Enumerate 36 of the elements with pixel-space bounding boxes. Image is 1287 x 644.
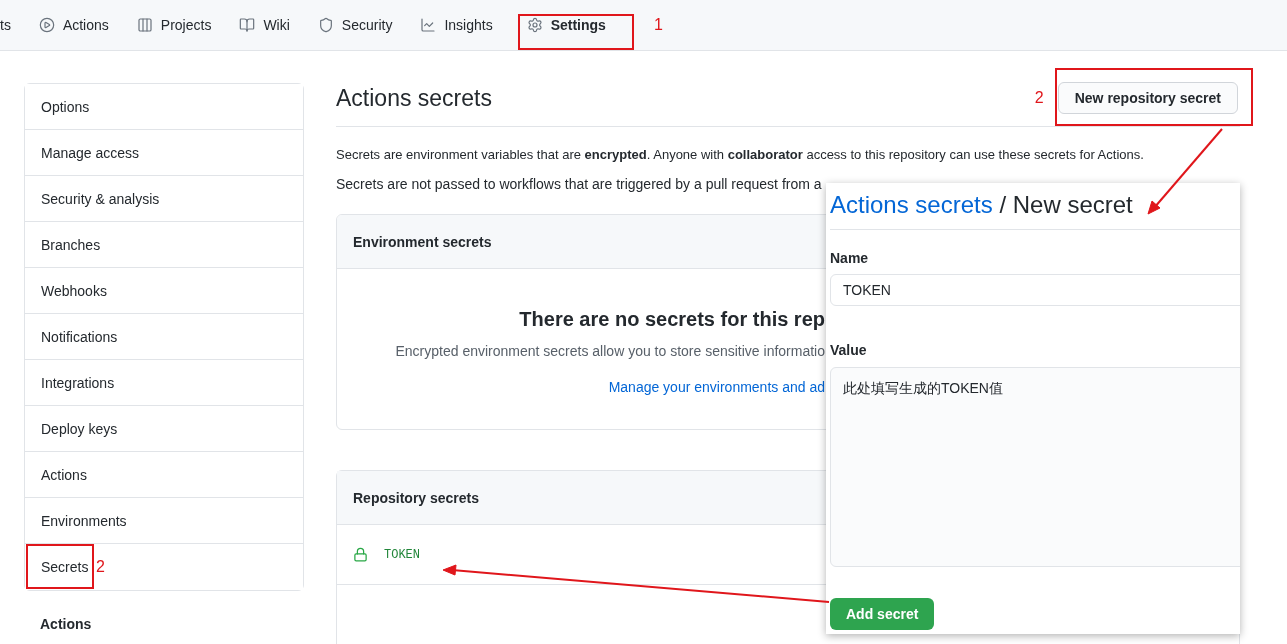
card-title: Environment secrets	[353, 232, 492, 252]
nav-tab[interactable]: Settings	[512, 7, 620, 43]
settings-icon	[526, 17, 543, 33]
breadcrumb-current: / New secret	[999, 191, 1133, 218]
menu-item[interactable]: Options	[25, 84, 303, 130]
nav-tab[interactable]: Wiki	[225, 7, 304, 43]
name-input-field[interactable]: TOKEN	[830, 274, 1240, 306]
value-text-area[interactable]: 此处填写生成的TOKEN值	[830, 367, 1240, 567]
book-icon	[239, 17, 256, 33]
nav-tab[interactable]: Insights	[406, 7, 507, 43]
line-chart-icon	[420, 17, 437, 33]
field-label: Value	[830, 341, 868, 360]
project-board-icon	[136, 17, 153, 33]
nav-tab[interactable]: Security	[303, 7, 407, 43]
highlight-frame	[26, 544, 94, 589]
callout-number: 2	[96, 557, 105, 577]
empty-state-text: Encrypted environment secrets allow you to store sensitive informatio	[395, 342, 825, 361]
callout-number: 1	[653, 15, 663, 35]
new-secret-button[interactable]: New repository secret	[1057, 82, 1238, 115]
field-label: Name	[830, 249, 870, 268]
nav-tab[interactable]: Actions	[24, 7, 123, 43]
card-title: Repository secrets	[353, 488, 480, 508]
nav-tab[interactable]: ts	[0, 7, 25, 43]
secret-name: TOKEN	[384, 546, 420, 563]
manage-environments-link[interactable]: Manage your environments and ad	[608, 377, 825, 397]
play-circle-icon	[38, 17, 55, 33]
breadcrumb-link[interactable]: Actions secrets	[830, 191, 993, 218]
description-text: Secrets are environment variables that are encrypted. Anyone with collaborator access to this repository can use these secrets for Actions.	[336, 145, 1145, 164]
nav-tab[interactable]: Projects	[122, 7, 226, 43]
shield-icon	[317, 17, 334, 33]
page-title: Actions secrets	[336, 84, 492, 113]
empty-state-title: There are no secrets for this rep	[519, 307, 825, 332]
callout-number: 2	[1034, 88, 1044, 109]
section-heading: Actions	[39, 615, 93, 634]
lock-icon	[353, 547, 368, 562]
note-text: Secrets are not passed to workflows that are triggered by a pull request from a	[336, 175, 823, 194]
